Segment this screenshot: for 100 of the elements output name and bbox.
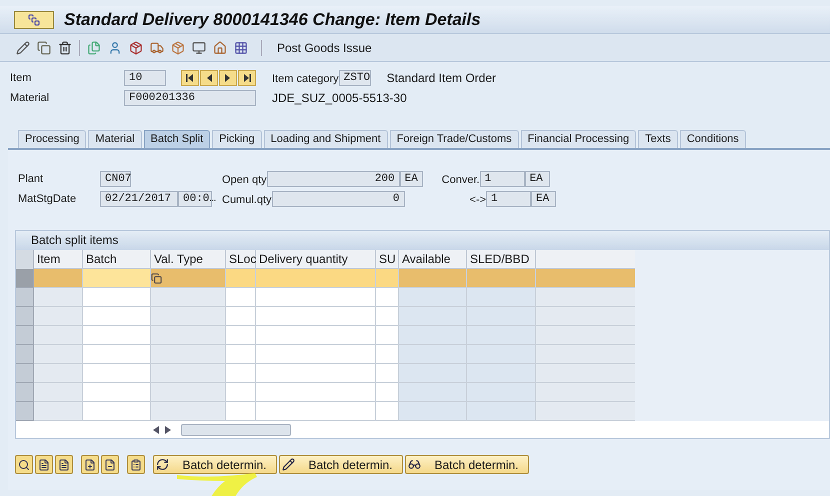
table-cell[interactable] (256, 269, 376, 288)
icon-button[interactable] (35, 455, 53, 474)
scroll-right-icon[interactable] (165, 426, 171, 434)
post-goods-issue-button[interactable]: Post Goods Issue (273, 38, 376, 56)
tab[interactable]: Material (88, 130, 142, 148)
table-cell[interactable] (376, 345, 399, 364)
table-cell[interactable] (399, 288, 467, 307)
table-cell[interactable] (151, 269, 226, 288)
batch-determination-button[interactable]: Batch determin. (405, 455, 529, 474)
input-field[interactable]: ZSTO (338, 70, 371, 86)
table-cell[interactable] (399, 364, 467, 383)
table-cell[interactable] (151, 326, 226, 345)
tab[interactable]: Picking (212, 130, 262, 148)
table-cell[interactable] (399, 269, 467, 288)
column-header[interactable]: SU (376, 250, 399, 269)
icon-button[interactable] (81, 455, 99, 474)
truck-icon[interactable] (150, 40, 164, 54)
table-cell[interactable] (151, 345, 226, 364)
tab[interactable]: Financial Processing (520, 130, 636, 148)
table-cell[interactable] (467, 307, 536, 326)
icon-button[interactable] (55, 455, 73, 474)
table-cell[interactable] (34, 402, 83, 421)
table-cell[interactable] (256, 307, 376, 326)
row-selector[interactable] (16, 402, 34, 421)
table-cell[interactable] (399, 383, 467, 402)
input-field[interactable]: 1 (486, 191, 532, 207)
table-cell[interactable] (376, 364, 399, 383)
table-cell[interactable] (376, 383, 399, 402)
table-cell[interactable] (151, 383, 226, 402)
table-cell[interactable] (34, 345, 83, 364)
table-cell[interactable] (34, 307, 83, 326)
table-cell[interactable] (226, 383, 256, 402)
column-header[interactable]: Batch (83, 250, 151, 269)
tab[interactable]: Loading and Shipment (264, 130, 388, 148)
monitor-icon[interactable] (192, 40, 206, 54)
table-cell[interactable] (376, 307, 399, 326)
menu-button[interactable] (14, 10, 54, 28)
table-cell[interactable] (256, 345, 376, 364)
table-cell[interactable] (226, 307, 256, 326)
box-icon[interactable] (171, 40, 185, 54)
table-cell[interactable] (34, 364, 83, 383)
table-cell[interactable] (256, 383, 376, 402)
copy-icon[interactable] (37, 40, 51, 54)
input-field[interactable]: 0 (272, 191, 405, 207)
column-header[interactable]: Val. Type (151, 250, 226, 269)
previous-icon[interactable] (200, 70, 218, 86)
table-cell[interactable] (467, 364, 536, 383)
table-cell[interactable] (34, 269, 83, 288)
table-cell[interactable] (399, 345, 467, 364)
next-icon[interactable] (219, 70, 237, 86)
table-cell[interactable] (226, 364, 256, 383)
input-field[interactable]: EA (531, 191, 556, 207)
person-icon[interactable] (108, 40, 122, 54)
icon-button[interactable] (15, 455, 33, 474)
grid-icon[interactable] (234, 40, 248, 54)
table-cell[interactable] (226, 345, 256, 364)
tab[interactable]: Processing (18, 130, 86, 148)
row-selector[interactable] (16, 326, 34, 345)
table-cell[interactable] (256, 288, 376, 307)
input-field[interactable]: 200 (266, 171, 400, 187)
table-cell[interactable] (226, 326, 256, 345)
table-cell[interactable] (256, 402, 376, 421)
input-field[interactable]: EA (524, 171, 550, 187)
table-cell[interactable] (34, 288, 83, 307)
table-cell[interactable] (399, 402, 467, 421)
table-cell[interactable] (151, 364, 226, 383)
input-field[interactable]: EA (400, 171, 423, 187)
batch-determination-button[interactable]: Batch determin. (153, 455, 277, 474)
table-cell[interactable] (399, 307, 467, 326)
tab[interactable]: Batch Split (144, 130, 210, 148)
scrollbar-thumb[interactable] (181, 424, 291, 436)
row-selector[interactable] (16, 307, 34, 326)
table-cell[interactable] (376, 326, 399, 345)
table-cell[interactable] (467, 288, 536, 307)
row-selector[interactable] (16, 269, 34, 288)
input-field[interactable]: 1 (480, 171, 525, 187)
column-header[interactable]: Available (399, 250, 467, 269)
input-field[interactable]: 02/21/2017 (100, 191, 178, 207)
table-cell[interactable] (83, 307, 151, 326)
table-cell[interactable] (467, 345, 536, 364)
column-header[interactable]: Item (34, 250, 83, 269)
column-header[interactable]: SLoc (226, 250, 256, 269)
box-icon[interactable] (129, 40, 143, 54)
table-cell[interactable] (151, 307, 226, 326)
row-selector[interactable] (16, 383, 34, 402)
input-field[interactable]: F000201336 (124, 90, 256, 106)
table-cell[interactable] (376, 402, 399, 421)
tab[interactable]: Foreign Trade/Customs (390, 130, 519, 148)
scroll-left-icon[interactable] (153, 426, 159, 434)
trash-icon[interactable] (58, 40, 72, 54)
column-header[interactable]: Delivery quantity (256, 250, 376, 269)
tab[interactable]: Texts (638, 130, 678, 148)
first-page-icon[interactable] (181, 70, 199, 86)
table-cell[interactable] (376, 269, 399, 288)
table-cell[interactable] (151, 402, 226, 421)
table-cell[interactable] (256, 326, 376, 345)
table-cell[interactable] (83, 288, 151, 307)
table-cell[interactable] (376, 288, 399, 307)
table-cell[interactable] (83, 402, 151, 421)
table-cell[interactable] (34, 326, 83, 345)
